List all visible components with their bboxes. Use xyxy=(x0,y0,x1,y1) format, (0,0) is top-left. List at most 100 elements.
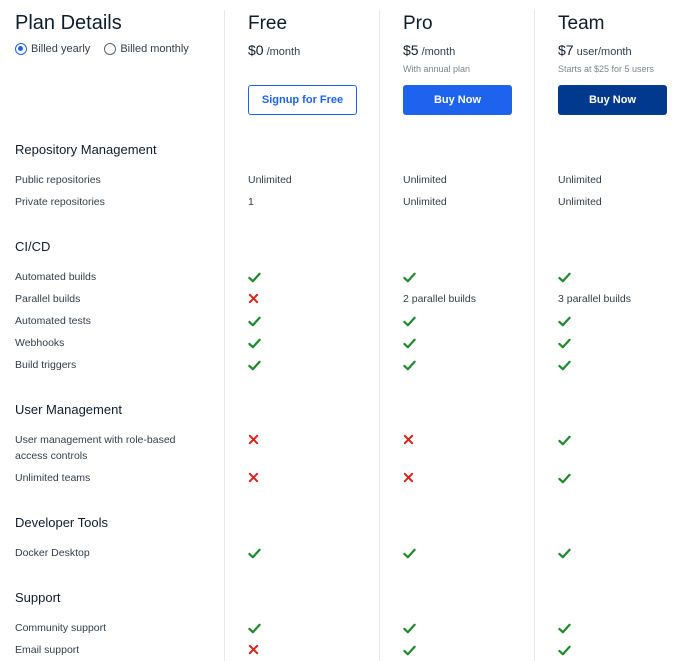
included-cell xyxy=(248,622,261,638)
section-title: Support xyxy=(15,590,61,605)
feature-label: Automated tests xyxy=(15,315,91,327)
column-divider-free xyxy=(224,10,225,661)
included-cell xyxy=(558,644,571,660)
section-title: Developer Tools xyxy=(15,515,108,530)
cross-icon xyxy=(248,644,259,655)
section-title: CI/CD xyxy=(15,239,51,254)
not-included-cell xyxy=(248,472,259,486)
cross-icon xyxy=(403,434,414,445)
buy-now-team-button[interactable]: Buy Now xyxy=(558,85,667,115)
checkmark-icon xyxy=(558,645,571,656)
plan-name-pro: Pro xyxy=(403,13,433,34)
price-period: /month xyxy=(421,46,456,58)
feature-label: Email support xyxy=(15,644,80,656)
checkmark-icon xyxy=(558,435,571,446)
checkmark-icon xyxy=(558,338,571,349)
value-cell: Unlimited xyxy=(403,174,447,186)
checkmark-icon xyxy=(403,548,416,559)
section-title: User Management xyxy=(15,402,122,417)
value-cell: 3 parallel builds xyxy=(558,293,631,305)
radio-billed-yearly[interactable] xyxy=(15,43,27,55)
price-amount: $5 xyxy=(403,42,419,58)
billed-yearly-label: Billed yearly xyxy=(31,43,91,55)
feature-label: Build triggers xyxy=(15,359,77,371)
not-included-cell xyxy=(248,644,259,658)
checkmark-icon xyxy=(248,338,261,349)
checkmark-icon xyxy=(248,272,261,283)
checkmark-icon xyxy=(403,360,416,371)
included-cell xyxy=(248,337,261,353)
value-cell: 1 xyxy=(248,196,254,208)
included-cell xyxy=(403,271,416,287)
included-cell xyxy=(558,359,571,375)
included-cell xyxy=(558,434,571,450)
feature-label: Unlimited teams xyxy=(15,472,91,484)
feature-label: Webhooks xyxy=(15,337,65,349)
billed-yearly-option[interactable]: Billed yearly xyxy=(15,43,90,55)
included-cell xyxy=(248,315,261,331)
included-cell xyxy=(248,359,261,375)
checkmark-icon xyxy=(558,548,571,559)
cross-icon xyxy=(248,293,259,304)
cross-icon xyxy=(248,434,259,445)
checkmark-icon xyxy=(248,548,261,559)
included-cell xyxy=(403,359,416,375)
price-amount: $7 xyxy=(558,42,574,58)
value-cell: Unlimited xyxy=(558,196,602,208)
not-included-cell xyxy=(248,434,259,448)
included-cell xyxy=(558,271,571,287)
billed-monthly-option[interactable]: Billed monthly xyxy=(104,43,189,55)
checkmark-icon xyxy=(558,623,571,634)
included-cell xyxy=(558,622,571,638)
feature-label: User management with role-based access co… xyxy=(15,434,176,462)
cross-icon xyxy=(403,472,414,483)
plan-price-free: $0/month xyxy=(248,42,300,58)
checkmark-icon xyxy=(403,338,416,349)
price-amount: $0 xyxy=(248,42,264,58)
included-cell xyxy=(403,622,416,638)
included-cell xyxy=(558,472,571,488)
feature-label: Public repositories xyxy=(15,174,101,186)
feature-label: Private repositories xyxy=(15,196,105,208)
included-cell xyxy=(403,337,416,353)
checkmark-icon xyxy=(558,272,571,283)
included-cell xyxy=(558,315,571,331)
included-cell xyxy=(558,337,571,353)
buy-now-pro-button[interactable]: Buy Now xyxy=(403,85,512,115)
included-cell xyxy=(558,547,571,563)
value-cell: Unlimited xyxy=(403,196,447,208)
checkmark-icon xyxy=(403,645,416,656)
price-period: /month xyxy=(266,46,301,58)
feature-label: Docker Desktop xyxy=(15,547,90,559)
checkmark-icon xyxy=(248,360,261,371)
checkmark-icon xyxy=(248,623,261,634)
checkmark-icon xyxy=(558,473,571,484)
column-divider-team xyxy=(534,10,535,661)
plan-price-pro: $5/month xyxy=(403,42,455,58)
plan-name-free: Free xyxy=(248,13,288,34)
value-cell: 2 parallel builds xyxy=(403,293,476,305)
plan-note-team: Starts at $25 for 5 users xyxy=(558,64,655,74)
feature-label: Parallel builds xyxy=(15,293,81,305)
page-title: Plan Details xyxy=(15,12,122,34)
checkmark-icon xyxy=(403,272,416,283)
column-divider-pro xyxy=(379,10,380,661)
included-cell xyxy=(248,547,261,563)
checkmark-icon xyxy=(558,360,571,371)
billing-toggle: Billed yearly Billed monthly xyxy=(15,43,203,55)
included-cell xyxy=(248,271,261,287)
plan-note-pro: With annual plan xyxy=(403,64,471,74)
not-included-cell xyxy=(248,293,259,307)
checkmark-icon xyxy=(403,623,416,634)
plan-name-team: Team xyxy=(558,13,605,34)
value-cell: Unlimited xyxy=(248,174,292,186)
included-cell xyxy=(403,644,416,660)
checkmark-icon xyxy=(403,316,416,327)
cross-icon xyxy=(248,472,259,483)
radio-billed-monthly[interactable] xyxy=(104,43,117,55)
feature-label: Community support xyxy=(15,622,107,634)
value-cell: Unlimited xyxy=(558,174,602,186)
signup-free-button[interactable]: Signup for Free xyxy=(248,85,357,115)
section-title: Repository Management xyxy=(15,142,157,157)
not-included-cell xyxy=(403,434,414,448)
